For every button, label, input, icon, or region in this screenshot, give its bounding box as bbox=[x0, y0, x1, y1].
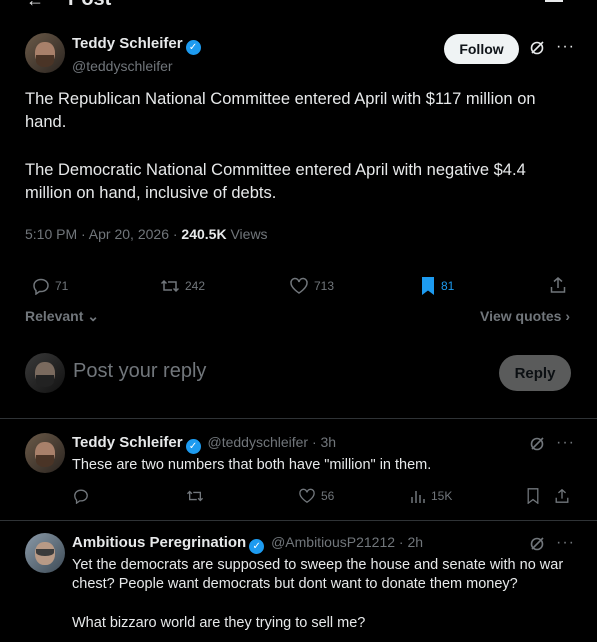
reply-avatar[interactable] bbox=[25, 533, 65, 573]
share-icon bbox=[555, 488, 569, 503]
back-arrow-icon[interactable]: ← bbox=[26, 0, 44, 11]
my-avatar[interactable] bbox=[25, 353, 65, 393]
top-bar: ← Post bbox=[0, 0, 597, 11]
grok-icon[interactable] bbox=[529, 436, 545, 452]
verified-badge-icon: ✓ bbox=[185, 40, 201, 55]
reply-icon bbox=[74, 489, 88, 504]
bookmark-action[interactable]: 81 bbox=[420, 276, 454, 296]
post-paragraph-1: The Republican National Committee entere… bbox=[25, 90, 536, 131]
reply-count: 71 bbox=[55, 279, 69, 293]
sort-relevant-dropdown[interactable]: Relevant ⌄ bbox=[25, 308, 99, 325]
reply-text: What bizzaro world are they trying to se… bbox=[72, 615, 366, 631]
reply-input[interactable]: Post your reply bbox=[73, 360, 206, 383]
views-label: Views bbox=[226, 226, 268, 242]
like-count: 713 bbox=[314, 279, 335, 293]
verified-badge-icon: ✓ bbox=[249, 539, 265, 554]
post-paragraph-2: The Democratic National Committee entere… bbox=[25, 161, 526, 202]
bookmark-icon bbox=[527, 488, 539, 504]
like-action[interactable]: 56 bbox=[298, 488, 334, 504]
bookmark-icon bbox=[422, 277, 434, 295]
share-icon bbox=[550, 277, 566, 293]
reply-text: These are two numbers that both have "mi… bbox=[72, 457, 432, 473]
sort-label: Relevant bbox=[25, 308, 84, 324]
repost-action[interactable] bbox=[186, 488, 209, 504]
page-title: Post bbox=[68, 0, 111, 11]
repost-count: 242 bbox=[185, 279, 206, 293]
reader-icon[interactable] bbox=[545, 0, 563, 2]
author-handle[interactable]: @teddyschleifer bbox=[72, 58, 201, 74]
more-options-icon[interactable]: ··· bbox=[556, 434, 575, 452]
reply-action[interactable]: 71 bbox=[32, 277, 68, 295]
view-quotes-label: View quotes bbox=[480, 308, 562, 324]
views-count: 15K bbox=[431, 489, 453, 503]
divider bbox=[0, 520, 597, 521]
chevron-right-icon: › bbox=[561, 308, 570, 324]
more-options-icon[interactable]: ··· bbox=[556, 38, 575, 56]
post-meta: 5:10 PM · Apr 20, 2026 · 240.5K Views bbox=[25, 226, 268, 242]
view-quotes-link[interactable]: View quotes › bbox=[480, 308, 570, 324]
author-info: Teddy Schleifer ✓ @teddyschleifer bbox=[72, 35, 201, 74]
timestamp[interactable]: 5:10 PM · Apr 20, 2026 · bbox=[25, 226, 181, 242]
repost-icon bbox=[160, 279, 180, 293]
views-action[interactable]: 15K bbox=[410, 488, 452, 504]
grok-icon[interactable] bbox=[529, 536, 545, 552]
more-options-icon[interactable]: ··· bbox=[556, 534, 575, 552]
reply-action[interactable] bbox=[73, 488, 94, 504]
author-name[interactable]: Teddy Schleifer bbox=[72, 35, 183, 52]
like-action[interactable]: 713 bbox=[289, 277, 334, 295]
repost-action[interactable]: 242 bbox=[160, 277, 205, 295]
reply-button[interactable]: Reply bbox=[499, 355, 571, 391]
divider bbox=[0, 418, 597, 419]
bookmark-count: 81 bbox=[441, 279, 455, 293]
reply-author-handle[interactable]: @AmbitiousP21212 · 2h bbox=[271, 534, 423, 550]
reply-header: Teddy Schleifer ✓ @teddyschleifer · 3h bbox=[72, 434, 336, 454]
heart-icon bbox=[290, 277, 308, 294]
avatar[interactable] bbox=[25, 33, 65, 73]
bookmark-action[interactable] bbox=[526, 488, 545, 504]
reply-author-name[interactable]: Ambitious Peregrination bbox=[72, 534, 246, 551]
share-action[interactable] bbox=[554, 488, 575, 504]
reply-header: Ambitious Peregrination ✓ @AmbitiousP2121… bbox=[72, 534, 423, 554]
reply-author-handle[interactable]: @teddyschleifer · 3h bbox=[207, 434, 336, 450]
analytics-icon bbox=[411, 491, 425, 503]
views-count: 240.5K bbox=[181, 226, 227, 242]
share-action[interactable] bbox=[549, 276, 572, 294]
reply-text: Yet the democrats are supposed to sweep … bbox=[72, 557, 564, 592]
grok-icon[interactable] bbox=[529, 40, 545, 56]
like-count: 56 bbox=[321, 489, 335, 503]
chevron-down-icon: ⌄ bbox=[83, 308, 99, 324]
reply-avatar[interactable] bbox=[25, 433, 65, 473]
follow-button[interactable]: Follow bbox=[444, 34, 519, 64]
verified-badge-icon: ✓ bbox=[185, 439, 201, 454]
reply-author-name[interactable]: Teddy Schleifer bbox=[72, 434, 183, 451]
heart-icon bbox=[299, 488, 315, 504]
reply-icon bbox=[33, 278, 49, 295]
repost-icon bbox=[186, 490, 204, 502]
